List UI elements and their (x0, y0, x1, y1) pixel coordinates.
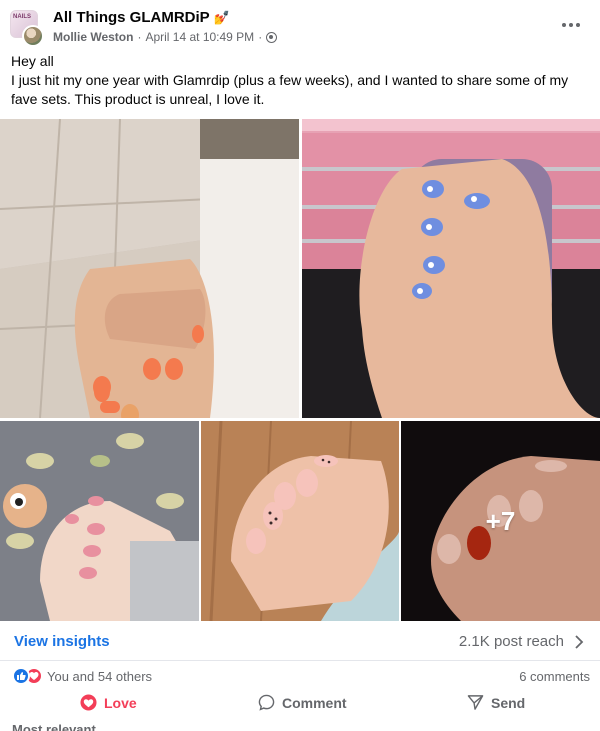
view-insights-link[interactable]: View insights (14, 633, 110, 650)
globe-icon (266, 31, 278, 43)
group-name-label[interactable]: All Things GLAMRDiP (53, 9, 209, 26)
gallery-photo-orange-nails[interactable] (0, 119, 299, 418)
post-reach[interactable]: 2.1K post reach (459, 633, 564, 650)
post-text: Hey all I just hit my one year with Glam… (11, 52, 593, 109)
more-photos-count[interactable]: +7 (401, 421, 600, 621)
comments-count[interactable]: 6 comments (519, 669, 590, 684)
gallery-photo-blue-floral-nails[interactable]: GLAMRDiP (302, 119, 600, 418)
comment-sort-selector[interactable]: Most relevant (12, 722, 96, 731)
author-avatar[interactable] (22, 25, 44, 47)
love-button[interactable]: Love (80, 694, 137, 711)
heart-icon (80, 694, 97, 711)
meta-separator: · (137, 30, 142, 44)
comment-button[interactable]: Comment (258, 694, 347, 711)
nail-polish-emoji: 💅 (213, 10, 230, 25)
photo-gallery: GLAMRDiP (0, 119, 600, 621)
post-body: I just hit my one year with Glamrdip (pl… (11, 72, 569, 107)
like-icon (12, 667, 30, 685)
reactions-row: You and 54 others 6 comments (0, 661, 600, 691)
group-name[interactable]: All Things GLAMRDiP 💅 (53, 9, 230, 26)
send-icon (467, 695, 484, 710)
post-header: NAILS All Things GLAMRDiP 💅 Mollie Westo… (0, 0, 600, 50)
chevron-right-icon[interactable] (574, 635, 584, 649)
send-button[interactable]: Send (467, 694, 525, 711)
comment-label: Comment (282, 694, 347, 711)
author-name[interactable]: Mollie Weston (53, 30, 133, 44)
love-label: Love (104, 694, 137, 711)
more-horizontal-icon[interactable] (562, 16, 582, 32)
post-greeting: Hey all (11, 53, 54, 69)
gallery-photo-red-accent-nails[interactable]: +7 (401, 421, 600, 621)
reactors-summary[interactable]: You and 54 others (47, 669, 152, 684)
meta-separator: · (258, 30, 263, 44)
post-actions: Love Comment Send (0, 691, 600, 715)
send-label: Send (491, 694, 526, 711)
gallery-photo-polka-dot-nails[interactable] (201, 421, 399, 621)
post-date[interactable]: April 14 at 10:49 PM (145, 30, 254, 44)
group-avatar-text: NAILS (13, 14, 31, 20)
reaction-icons[interactable] (12, 667, 46, 685)
gallery-photo-pink-nails-blanket[interactable] (0, 421, 199, 621)
insights-row: View insights 2.1K post reach (0, 621, 600, 661)
post-meta: Mollie Weston · April 14 at 10:49 PM · (53, 30, 278, 44)
comment-icon (258, 694, 275, 711)
comment-sort-label[interactable]: Most relevant (12, 722, 96, 731)
